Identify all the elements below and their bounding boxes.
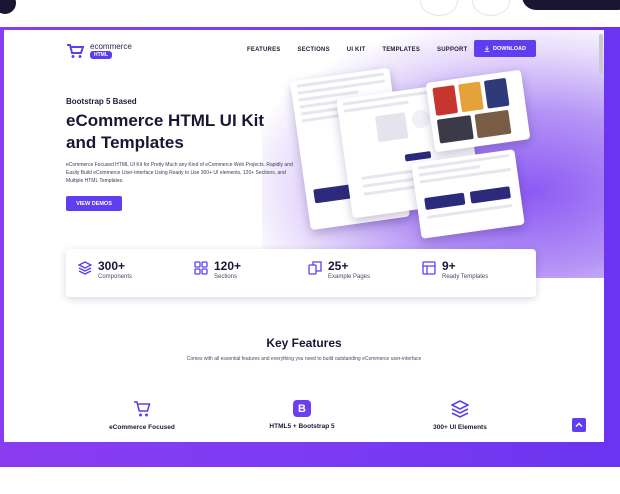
nav-support[interactable]: SUPPORT bbox=[437, 46, 467, 54]
corner-avatar[interactable] bbox=[0, 0, 16, 14]
feature-label: HTML5 + Bootstrap 5 bbox=[269, 423, 335, 430]
feature-label: eCommerce Focused bbox=[109, 424, 175, 431]
stat-label: Example Pages bbox=[328, 274, 371, 280]
brand-badge: HTML bbox=[90, 51, 112, 59]
layers-icon bbox=[78, 261, 92, 275]
stat-value: 25+ bbox=[328, 259, 349, 273]
hero-kicker: Bootstrap 5 Based bbox=[66, 97, 137, 106]
nav-features[interactable]: FEATURES bbox=[247, 46, 281, 54]
stat-sections: 120+ Sections bbox=[194, 259, 241, 281]
hero-title: eCommerce HTML UI Kit and Templates bbox=[66, 111, 265, 152]
cart-logo-icon bbox=[67, 43, 84, 58]
view-demos-button[interactable]: VIEW DEMOS bbox=[66, 196, 122, 211]
feature-label: 300+ UI Elements bbox=[433, 424, 487, 431]
chevron-up-icon bbox=[575, 422, 583, 427]
mockup-card bbox=[425, 69, 531, 153]
stat-ready-templates: 9+ Ready Templates bbox=[422, 259, 488, 281]
brand-logo[interactable]: ecommerce HTML bbox=[66, 42, 132, 59]
stat-value: 9+ bbox=[442, 259, 456, 273]
brand-name: ecommerce bbox=[90, 42, 132, 51]
stat-label: Components bbox=[98, 274, 133, 280]
feature-ecommerce-focused: eCommerce Focused bbox=[82, 400, 202, 431]
preview-screen: ecommerce HTML FEATURES SECTIONS UI KIT … bbox=[4, 30, 604, 442]
mockup-card bbox=[411, 149, 525, 239]
section-title: Key Features bbox=[266, 336, 342, 350]
round-button[interactable] bbox=[420, 0, 458, 16]
nav-ui-kit[interactable]: UI KIT bbox=[347, 46, 366, 54]
back-to-top-button[interactable] bbox=[572, 418, 586, 432]
stat-label: Sections bbox=[214, 274, 238, 280]
grid-icon bbox=[194, 261, 208, 275]
nav-sections[interactable]: SECTIONS bbox=[298, 46, 330, 54]
feature-ui-elements: 300+ UI Elements bbox=[400, 400, 520, 431]
scrollbar[interactable] bbox=[599, 34, 603, 74]
stat-components: 300+ Components bbox=[78, 259, 132, 281]
stat-value: 120+ bbox=[214, 259, 242, 273]
round-button[interactable] bbox=[472, 0, 510, 16]
dark-pill-button[interactable] bbox=[522, 0, 620, 10]
main-nav: FEATURES SECTIONS UI KIT TEMPLATES SUPPO… bbox=[247, 46, 484, 54]
feature-bootstrap: B HTML5 + Bootstrap 5 bbox=[242, 400, 362, 430]
cart-icon bbox=[134, 401, 151, 417]
stats-bar: 300+ Components 120+ Sections 25+ Exampl… bbox=[66, 249, 536, 297]
nav-templates[interactable]: TEMPLATES bbox=[382, 46, 420, 54]
hero-description: eCommerce Focused HTML UI Kit for Pretty… bbox=[66, 162, 293, 184]
download-icon bbox=[484, 45, 490, 52]
section-subtitle: Comes with all essential features and ev… bbox=[186, 356, 422, 362]
pages-icon bbox=[308, 261, 322, 275]
outer-top-bar bbox=[0, 0, 620, 27]
stat-example-pages: 25+ Example Pages bbox=[308, 259, 370, 281]
bootstrap-icon: B bbox=[293, 400, 311, 417]
stat-value: 300+ bbox=[98, 259, 126, 273]
template-icon bbox=[422, 261, 436, 275]
download-button[interactable]: DOWNLOAD bbox=[474, 40, 536, 57]
stat-label: Ready Templates bbox=[442, 274, 489, 280]
download-label: DOWNLOAD bbox=[493, 45, 526, 52]
layers-icon bbox=[451, 400, 469, 418]
